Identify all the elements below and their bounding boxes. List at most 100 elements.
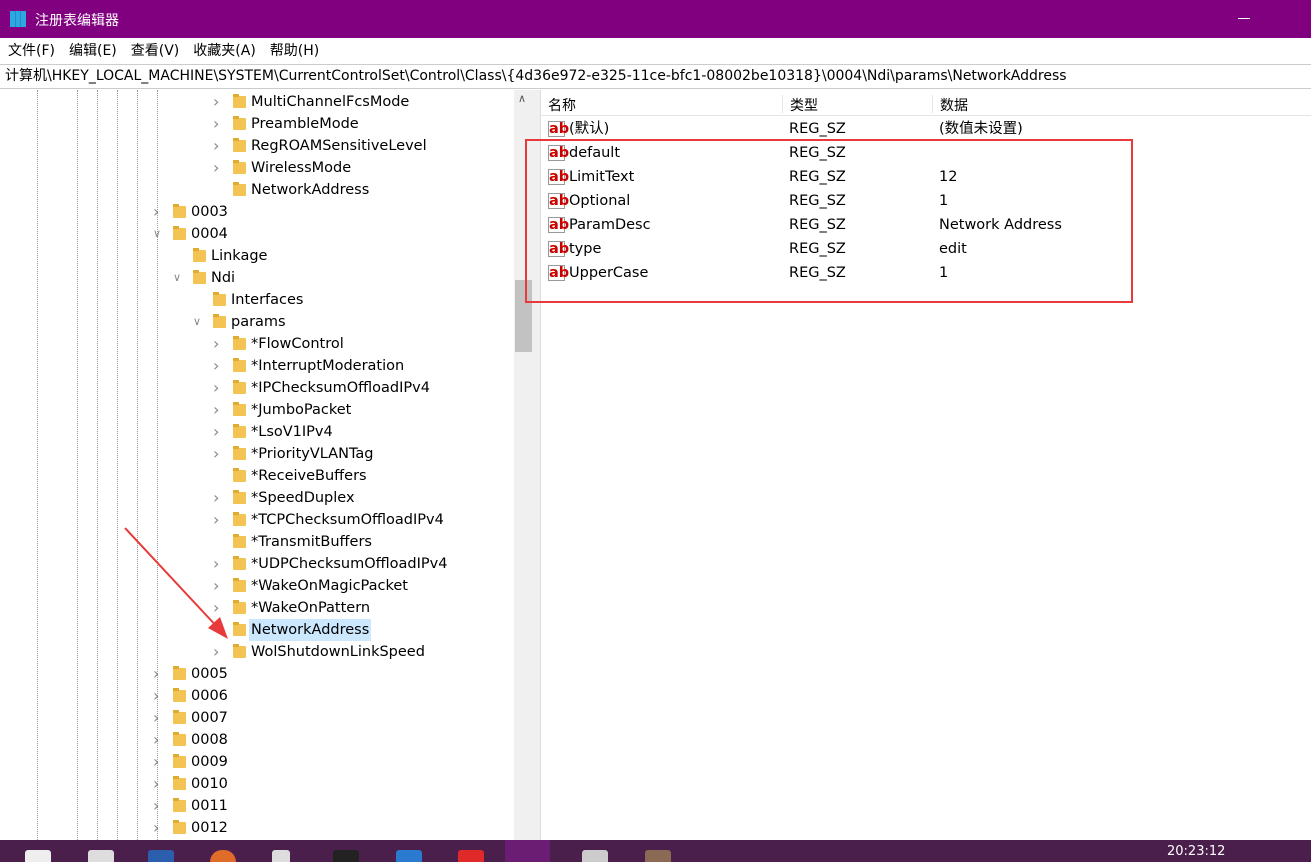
tree-item-label: 0007 — [191, 710, 228, 726]
chevron-right-icon[interactable]: › — [213, 355, 223, 377]
taskbar-app-icon[interactable] — [582, 850, 608, 862]
folder-icon — [213, 292, 226, 306]
chevron-right-icon[interactable]: › — [213, 135, 223, 157]
taskbar-terminal-icon[interactable] — [333, 850, 359, 862]
tree-item[interactable]: › *PriorityVLANTag — [0, 443, 514, 465]
taskbar-settings-icon[interactable] — [272, 850, 290, 862]
tree-item[interactable]: › 0008 — [0, 729, 514, 751]
scroll-up-icon[interactable]: ∧ — [518, 92, 526, 105]
tree-item-label: *WakeOnPattern — [251, 600, 371, 616]
folder-icon — [233, 490, 246, 504]
folder-icon — [233, 336, 246, 350]
column-name[interactable]: 名称 — [541, 95, 783, 114]
value-row[interactable]: ab (默认) REG_SZ (数值未设置) — [541, 117, 1311, 141]
chevron-right-icon[interactable]: › — [213, 487, 223, 509]
menu-edit[interactable]: 编辑(E) — [69, 38, 117, 64]
tree-item[interactable]: › 0011 — [0, 795, 514, 817]
tree-item[interactable]: ∨ 0004 — [0, 223, 514, 245]
tree-item[interactable]: › MultiChannelFcsMode — [0, 91, 514, 113]
tree-item[interactable]: › WolShutdownLinkSpeed — [0, 641, 514, 663]
tree-item[interactable]: › 0006 — [0, 685, 514, 707]
chevron-right-icon[interactable]: › — [213, 443, 223, 465]
taskbar-app-icon[interactable] — [210, 850, 236, 862]
window-title: 注册表编辑器 — [35, 13, 119, 29]
tree-item[interactable]: *ReceiveBuffers — [0, 465, 514, 487]
tree-item[interactable]: ∨ Ndi — [0, 267, 514, 289]
taskbar-app-icon[interactable] — [645, 850, 671, 862]
tree-item[interactable]: › *FlowControl — [0, 333, 514, 355]
folder-icon — [233, 578, 246, 592]
chevron-right-icon[interactable]: › — [213, 157, 223, 179]
chevron-right-icon[interactable]: › — [213, 421, 223, 443]
chevron-right-icon[interactable]: › — [213, 91, 223, 113]
tree-item[interactable]: Interfaces — [0, 289, 514, 311]
tree-item[interactable]: › *WakeOnMagicPacket — [0, 575, 514, 597]
tree-item[interactable]: › PreambleMode — [0, 113, 514, 135]
tree-item[interactable]: › *JumboPacket — [0, 399, 514, 421]
chevron-right-icon[interactable]: › — [153, 685, 163, 707]
chevron-right-icon[interactable]: › — [153, 751, 163, 773]
folder-icon — [173, 710, 186, 724]
tree-item[interactable]: Linkage — [0, 245, 514, 267]
chevron-right-icon[interactable]: › — [153, 663, 163, 685]
tree-item[interactable]: › 0003 — [0, 201, 514, 223]
tree-item[interactable]: › *TCPChecksumOffloadIPv4 — [0, 509, 514, 531]
tree-item[interactable]: › *LsoV1IPv4 — [0, 421, 514, 443]
menu-favorites[interactable]: 收藏夹(A) — [193, 38, 256, 64]
chevron-right-icon[interactable]: › — [153, 817, 163, 839]
chevron-down-icon[interactable]: ∨ — [173, 267, 183, 289]
chevron-right-icon[interactable]: › — [213, 399, 223, 421]
chevron-right-icon[interactable]: › — [153, 729, 163, 751]
chevron-right-icon[interactable]: › — [213, 641, 223, 663]
chevron-right-icon[interactable]: › — [153, 707, 163, 729]
chevron-right-icon[interactable]: › — [153, 795, 163, 817]
address-bar[interactable]: 计算机\HKEY_LOCAL_MACHINE\SYSTEM\CurrentCon… — [0, 64, 1311, 89]
tree-item[interactable]: › *InterruptModeration — [0, 355, 514, 377]
list-header: 名称 类型 数据 — [541, 90, 1311, 116]
tree-item[interactable]: › 0005 — [0, 663, 514, 685]
chevron-right-icon[interactable]: › — [213, 597, 223, 619]
tree-item[interactable]: › *WakeOnPattern — [0, 597, 514, 619]
tree-item[interactable]: › *IPChecksumOffloadIPv4 — [0, 377, 514, 399]
column-type[interactable]: 类型 — [783, 95, 933, 114]
taskbar-app-icon[interactable] — [458, 850, 484, 862]
tree-item[interactable]: › *SpeedDuplex — [0, 487, 514, 509]
taskbar-word-icon[interactable] — [148, 850, 174, 862]
chevron-right-icon[interactable]: › — [213, 333, 223, 355]
tree-item[interactable]: › RegROAMSensitiveLevel — [0, 135, 514, 157]
chevron-right-icon[interactable]: › — [213, 553, 223, 575]
chevron-down-icon[interactable]: ∨ — [153, 223, 163, 245]
taskbar-app-icon[interactable] — [25, 850, 51, 862]
chevron-right-icon[interactable]: › — [213, 509, 223, 531]
folder-icon — [173, 754, 186, 768]
tree-item[interactable]: NetworkAddress — [0, 619, 514, 641]
tree-item[interactable]: ∨ params — [0, 311, 514, 333]
chevron-right-icon[interactable]: › — [153, 201, 163, 223]
menu-file[interactable]: 文件(F) — [8, 38, 55, 64]
clock[interactable]: 20:23:12 — [1167, 844, 1225, 859]
chevron-right-icon[interactable]: › — [213, 377, 223, 399]
tree-item[interactable]: › 0012 — [0, 817, 514, 839]
chevron-down-icon[interactable]: ∨ — [193, 311, 203, 333]
tree-item[interactable]: › 0007 — [0, 707, 514, 729]
minimize-button[interactable] — [1238, 18, 1250, 19]
tree-item-label: *PriorityVLANTag — [251, 446, 374, 462]
tree-item[interactable]: › WirelessMode — [0, 157, 514, 179]
folder-icon — [193, 270, 206, 284]
menu-help[interactable]: 帮助(H) — [270, 38, 319, 64]
chevron-right-icon[interactable]: › — [153, 773, 163, 795]
tree-item-label: *InterruptModeration — [251, 358, 405, 374]
tree-item[interactable]: › *UDPChecksumOffloadIPv4 — [0, 553, 514, 575]
taskbar-app-icon[interactable] — [396, 850, 422, 862]
chevron-right-icon[interactable]: › — [213, 113, 223, 135]
tree-item[interactable]: *TransmitBuffers — [0, 531, 514, 553]
taskbar-regedit-active[interactable] — [505, 840, 550, 862]
tree-item[interactable]: › 0009 — [0, 751, 514, 773]
taskbar-app-icon[interactable] — [88, 850, 114, 862]
column-data[interactable]: 数据 — [933, 95, 1133, 114]
tree-item[interactable]: › 0010 — [0, 773, 514, 795]
menu-view[interactable]: 查看(V) — [131, 38, 180, 64]
folder-icon — [173, 776, 186, 790]
tree-item[interactable]: NetworkAddress — [0, 179, 514, 201]
chevron-right-icon[interactable]: › — [213, 575, 223, 597]
